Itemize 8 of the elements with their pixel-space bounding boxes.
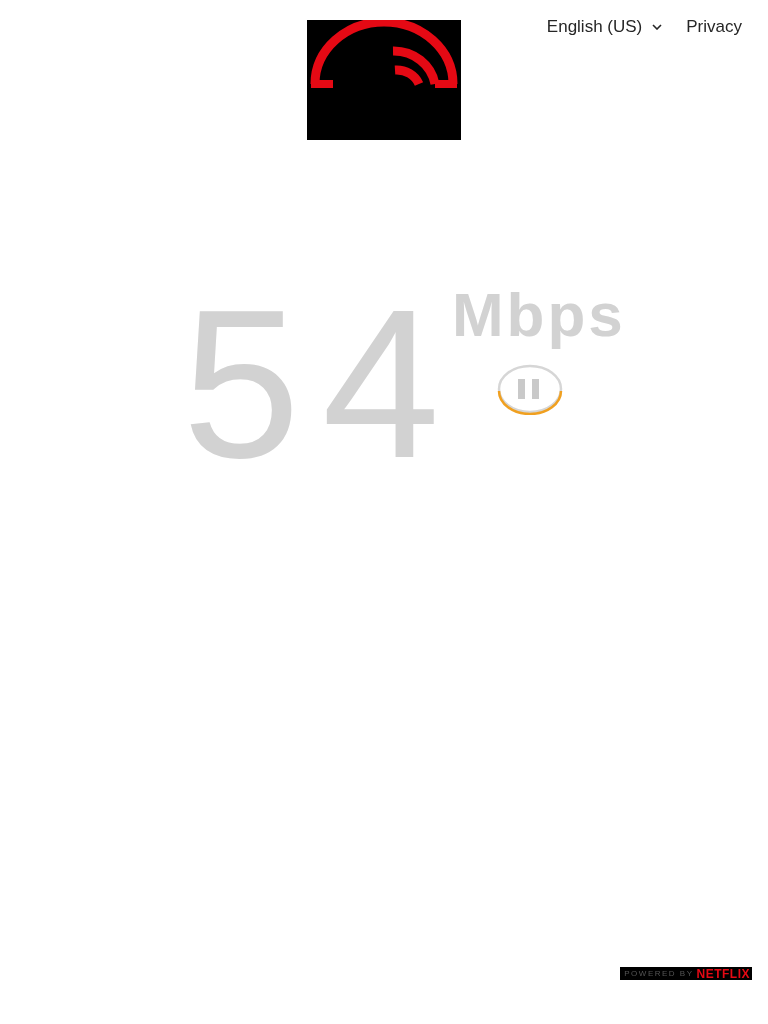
logo-icon — [307, 20, 461, 140]
language-selector[interactable]: English (US) — [546, 17, 663, 37]
pause-button[interactable] — [495, 363, 564, 416]
privacy-link[interactable]: Privacy — [686, 17, 742, 37]
powered-by-label: POWERED BY — [624, 969, 694, 978]
chevron-icon — [652, 24, 663, 30]
powered-by-badge[interactable]: POWERED BY NETFLIX — [620, 967, 752, 980]
brand-label: NETFLIX — [696, 966, 750, 981]
